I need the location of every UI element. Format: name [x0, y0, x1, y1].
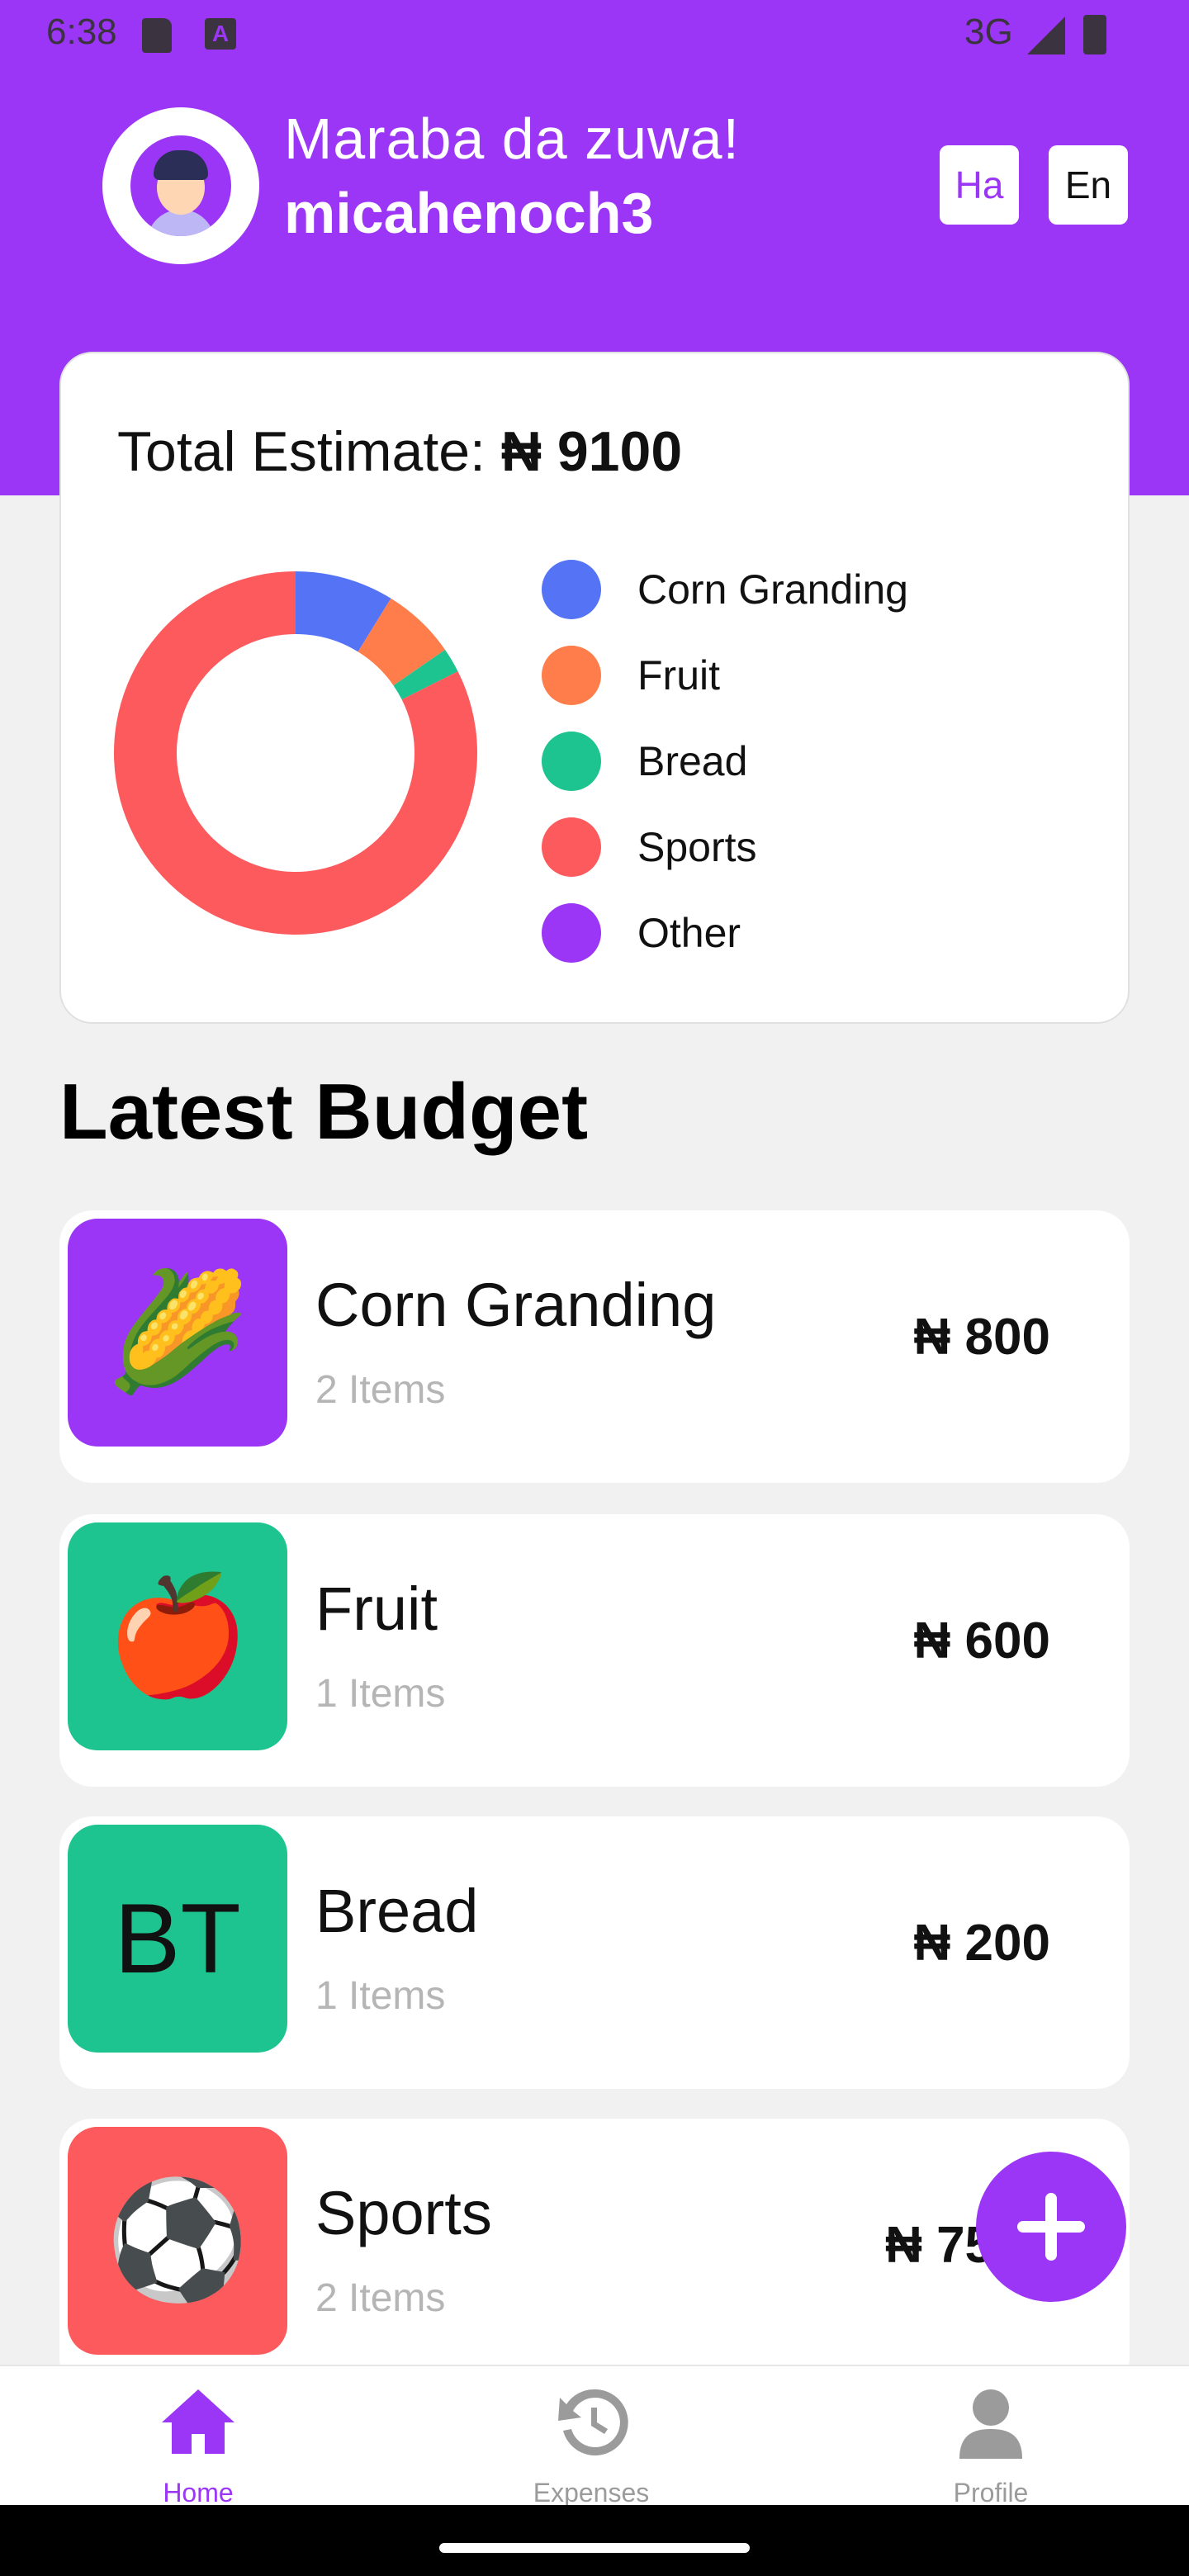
language-english-button[interactable]: En: [1049, 145, 1128, 225]
home-icon: [162, 2389, 234, 2454]
total-estimate-amount: ₦ 9100: [500, 420, 683, 483]
budget-item-name: Fruit: [315, 1574, 438, 1643]
system-navigation-bar: [0, 2505, 1189, 2576]
budget-item-name: Bread: [315, 1877, 479, 1945]
status-bar: 6:38 A 3G: [0, 0, 1189, 69]
battery-icon: [1083, 15, 1106, 54]
budget-item-icon: BT: [68, 1825, 287, 2053]
legend-label: Fruit: [637, 652, 720, 698]
legend-label: Bread: [637, 738, 748, 784]
legend-item: Bread: [542, 718, 908, 804]
screen: 6:38 A 3G Maraba da zuwa! micahenoch3 Ha…: [0, 0, 1189, 2576]
nav-profile[interactable]: Profile: [883, 2383, 1098, 2508]
legend-label: Corn Granding: [637, 566, 908, 613]
budget-item[interactable]: ⚽ Sports 2 Items ₦ 7500: [59, 2119, 1130, 2391]
greeting-text: Maraba da zuwa!: [284, 107, 740, 171]
avatar[interactable]: [102, 107, 259, 264]
total-estimate-card: Total Estimate: ₦ 9100 Corn Granding Frui…: [59, 352, 1130, 1024]
legend-color-dot: [542, 817, 601, 877]
person-icon: [959, 2389, 1022, 2459]
chart-legend: Corn Granding Fruit Bread Sports Other: [542, 547, 908, 976]
bottom-navigation: Home Expenses Profile: [0, 2365, 1189, 2508]
accessibility-a-icon: A: [205, 18, 236, 50]
avatar-image: [130, 135, 231, 236]
budget-item-icon: 🍎: [68, 1522, 287, 1750]
sd-card-icon: [142, 18, 172, 53]
budget-item-icon: 🌽: [68, 1219, 287, 1447]
legend-item: Other: [542, 890, 908, 976]
legend-item: Fruit: [542, 632, 908, 718]
nav-home-label: Home: [163, 2478, 234, 2507]
budget-item-icon: ⚽: [68, 2127, 287, 2355]
add-budget-button[interactable]: [976, 2152, 1126, 2302]
budget-item-name: Corn Granding: [315, 1271, 717, 1339]
home-gesture-handle[interactable]: [439, 2543, 750, 2553]
nav-expenses[interactable]: Expenses: [484, 2383, 699, 2508]
nav-home[interactable]: Home: [91, 2383, 306, 2508]
signal-icon: [1027, 17, 1065, 54]
language-hausa-button[interactable]: Ha: [940, 145, 1019, 225]
latest-budget-title: Latest Budget: [59, 1068, 589, 1156]
legend-item: Corn Granding: [542, 547, 908, 632]
legend-color-dot: [542, 560, 601, 619]
budget-item-count: 1 Items: [315, 1672, 446, 1716]
budget-item-count: 1 Items: [315, 1974, 446, 2018]
network-type: 3G: [964, 12, 1013, 52]
budget-item-count: 2 Items: [315, 2276, 446, 2320]
total-estimate-label: Total Estimate:: [117, 420, 486, 483]
budget-item-amount: ₦ 600: [913, 1612, 1050, 1669]
total-estimate: Total Estimate: ₦ 9100: [117, 419, 682, 484]
history-icon: [558, 2389, 628, 2455]
budget-item[interactable]: 🌽 Corn Granding 2 Items ₦ 800: [59, 1210, 1130, 1483]
budget-item-name: Sports: [315, 2179, 492, 2247]
budget-item[interactable]: 🍎 Fruit 1 Items ₦ 600: [59, 1514, 1130, 1787]
nav-profile-label: Profile: [953, 2478, 1029, 2507]
budget-item-amount: ₦ 200: [913, 1915, 1050, 1972]
legend-color-dot: [542, 732, 601, 791]
legend-color-dot: [542, 646, 601, 705]
status-time: 6:38: [46, 12, 117, 52]
legend-color-dot: [542, 903, 601, 963]
nav-expenses-label: Expenses: [533, 2478, 650, 2507]
legend-item: Sports: [542, 804, 908, 890]
budget-item-count: 2 Items: [315, 1368, 446, 1412]
budget-item[interactable]: BT Bread 1 Items ₦ 200: [59, 1816, 1130, 2089]
legend-label: Sports: [637, 824, 757, 870]
donut-chart: [114, 571, 477, 935]
budget-item-amount: ₦ 800: [913, 1309, 1050, 1366]
username: micahenoch3: [284, 181, 654, 245]
legend-label: Other: [637, 910, 741, 956]
